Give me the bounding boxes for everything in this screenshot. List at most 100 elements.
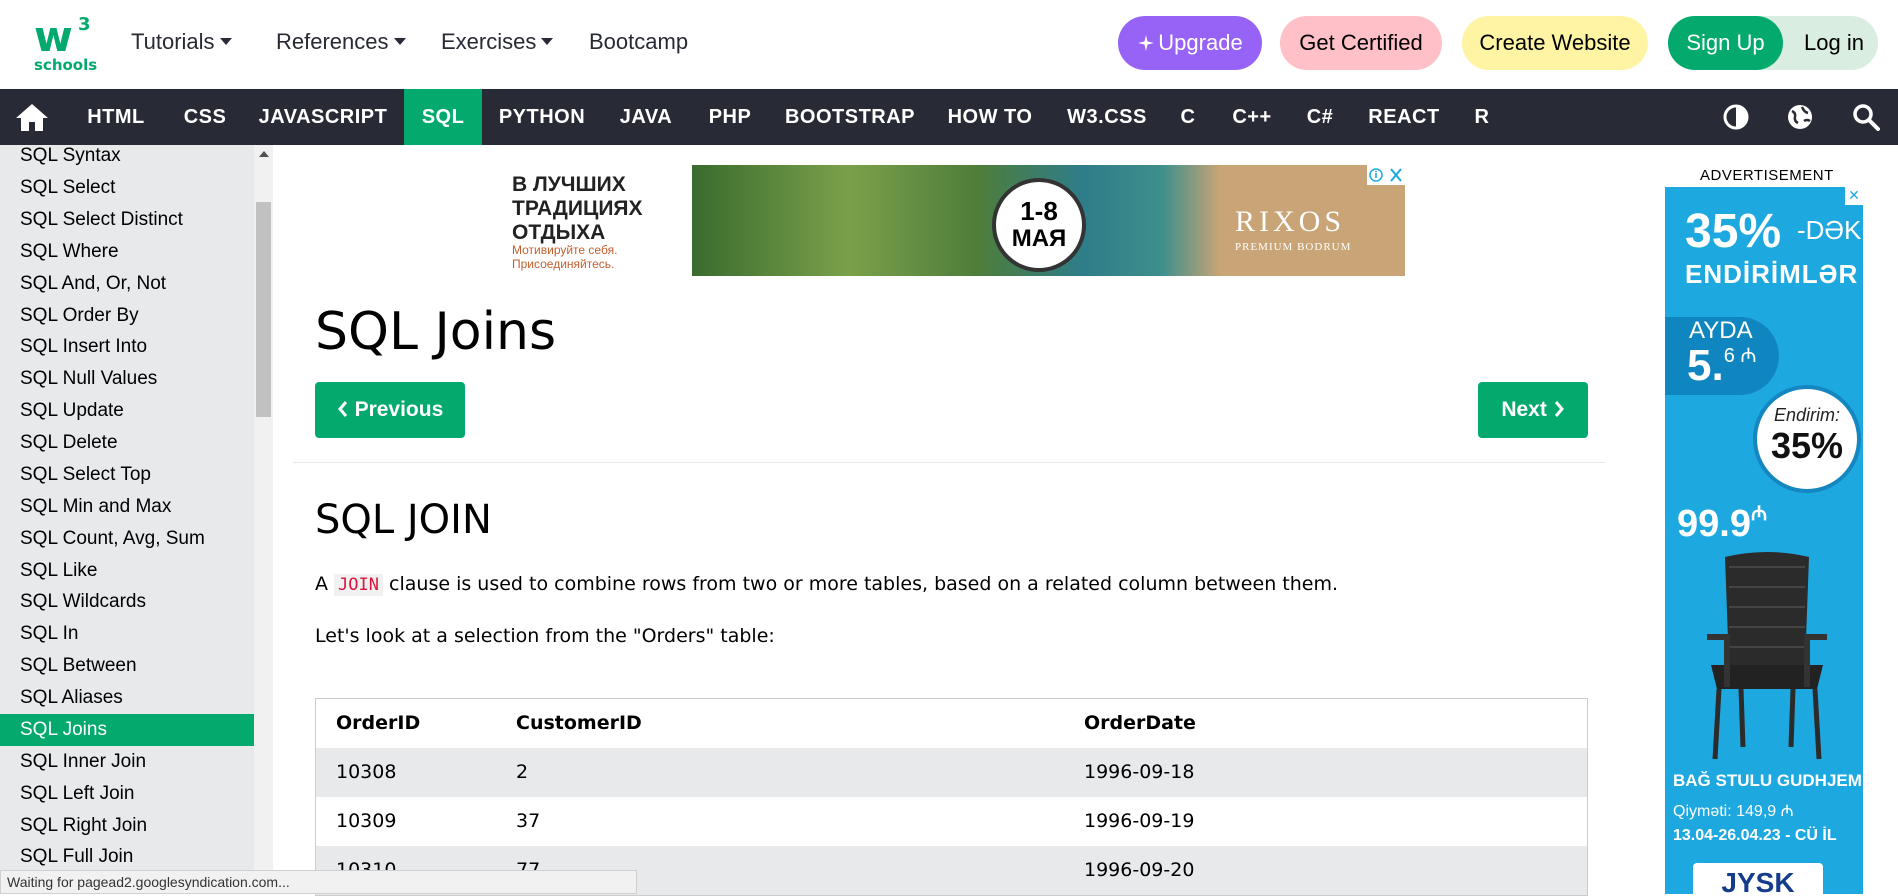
para-text: A [315, 573, 335, 595]
nav-csharp[interactable]: C# [1298, 89, 1342, 145]
inline-code: JOIN [334, 574, 383, 596]
nav-r[interactable]: R [1466, 89, 1498, 145]
sidebar-scrollbar-thumb[interactable] [256, 202, 271, 417]
nav-c[interactable]: C [1170, 89, 1206, 145]
contrast-icon[interactable] [1722, 103, 1750, 131]
sign-up-button[interactable]: Sign Up [1668, 16, 1783, 70]
nav-javascript[interactable]: JAVASCRIPT [252, 89, 394, 145]
nav-python[interactable]: PYTHON [490, 89, 594, 145]
sidebar-item[interactable]: SQL Right Join [0, 810, 254, 842]
table-cell: 1996-09-19 [1084, 810, 1195, 832]
menu-exercises-label: Exercises [441, 29, 537, 54]
sidebar-item[interactable]: SQL Like [0, 555, 254, 587]
sidebar-item[interactable]: SQL Select [0, 172, 254, 204]
logo-sup: 3 [78, 14, 91, 35]
globe-icon[interactable] [1786, 103, 1814, 131]
previous-button[interactable]: Previous [315, 382, 465, 438]
upgrade-button[interactable]: Upgrade [1118, 16, 1262, 70]
sidebar-item-active[interactable]: SQL Joins [0, 714, 254, 746]
sidebar-item[interactable]: SQL Inner Join [0, 746, 254, 778]
ad-price-small-main: 5. [1687, 341, 1724, 390]
table-cell: 1996-09-18 [1084, 761, 1195, 783]
table-cell: 37 [516, 810, 541, 832]
sidebar-item[interactable]: SQL Aliases [0, 682, 254, 714]
close-icon[interactable]: ✕ [1845, 187, 1863, 205]
chair-image [1707, 552, 1827, 760]
nav-react[interactable]: REACT [1362, 89, 1446, 145]
sidebar-item[interactable]: SQL In [0, 618, 254, 650]
nav-w3css[interactable]: W3.CSS [1058, 89, 1156, 145]
table-header: CustomerID [516, 712, 642, 734]
menu-exercises[interactable]: Exercises [441, 26, 554, 58]
sidebar-item[interactable]: SQL Syntax [0, 145, 254, 172]
table-cell: 10308 [336, 761, 397, 783]
table-header: OrderDate [1084, 712, 1196, 734]
menu-bootcamp-label: Bootcamp [589, 29, 689, 54]
top-advertisement[interactable]: В ЛУЧШИХ ТРАДИЦИЯХ ОТДЫХА Мотивируйте се… [505, 165, 1405, 276]
sidebar-item[interactable]: SQL Delete [0, 427, 254, 459]
next-label: Next [1501, 398, 1547, 421]
menu-tutorials-label: Tutorials [131, 29, 215, 54]
nav-howto[interactable]: HOW TO [938, 89, 1042, 145]
menu-references[interactable]: References [276, 26, 406, 58]
scroll-up-arrow-icon[interactable] [259, 151, 269, 157]
sidebar-item[interactable]: SQL Insert Into [0, 331, 254, 363]
nav-php[interactable]: PHP [694, 89, 766, 145]
table-header: OrderID [336, 712, 421, 734]
w3schools-logo[interactable]: w 3 schools [32, 12, 102, 74]
main-nav: HTML CSS JAVASCRIPT SQL PYTHON JAVA PHP … [0, 89, 1898, 145]
upgrade-label: Upgrade [1158, 30, 1243, 55]
table-row: 10308 2 1996-09-18 [316, 748, 1587, 797]
sidebar-item[interactable]: SQL Order By [0, 300, 254, 332]
next-button[interactable]: Next [1478, 382, 1588, 438]
nav-cpp[interactable]: C++ [1222, 89, 1282, 145]
sidebar: SQL Syntax SQL Select SQL Select Distinc… [0, 145, 254, 894]
chevron-left-icon [337, 401, 347, 417]
menu-bootcamp[interactable]: Bootcamp [589, 26, 688, 58]
search-icon[interactable] [1852, 103, 1880, 131]
section-heading: SQL JOIN [315, 497, 492, 543]
ad-price-small: 5.6 ₼ [1687, 341, 1757, 391]
logo-sub: schools [34, 56, 98, 74]
table-row: 10309 37 1996-09-19 [316, 797, 1587, 846]
top-header: w 3 schools Tutorials References Exercis… [0, 0, 1898, 89]
nav-bootstrap[interactable]: BOOTSTRAP [780, 89, 920, 145]
create-website-button[interactable]: Create Website [1462, 16, 1648, 70]
right-advertisement[interactable]: ✕ 35% -DƏK ENDİRİMLƏR AYDA 5.6 ₼ Endirim… [1665, 187, 1863, 894]
ad-choices-icon[interactable] [1367, 165, 1405, 185]
home-icon[interactable] [14, 102, 50, 132]
sidebar-item[interactable]: SQL Min and Max [0, 491, 254, 523]
sidebar-item[interactable]: SQL Wildcards [0, 586, 254, 618]
logo-main: w [34, 12, 73, 61]
nav-sql[interactable]: SQL [404, 89, 482, 145]
ad-price-small-sup: 6 ₼ [1723, 345, 1757, 367]
ad-product-name: BAĞ STULU GUDHJEM [1673, 771, 1862, 790]
nav-html[interactable]: HTML [70, 89, 162, 145]
log-in-button[interactable]: Log in [1794, 16, 1874, 70]
ad-price-big-main: 99.9 [1677, 503, 1751, 545]
previous-label: Previous [354, 398, 444, 421]
get-certified-button[interactable]: Get Certified [1280, 16, 1442, 70]
table-cell: 10309 [336, 810, 397, 832]
sidebar-item[interactable]: SQL Between [0, 650, 254, 682]
ad-bubble-label: Endirim: [1773, 405, 1840, 425]
caret-down-icon [393, 37, 406, 45]
sidebar-item[interactable]: SQL Left Join [0, 778, 254, 810]
menu-tutorials[interactable]: Tutorials [131, 26, 232, 58]
ad-bubble-value: 35% [1770, 425, 1844, 466]
sidebar-item[interactable]: SQL And, Or, Not [0, 268, 254, 300]
ad-dek: -DƏK [1797, 215, 1862, 245]
nav-java[interactable]: JAVA [606, 89, 686, 145]
sidebar-item[interactable]: SQL Null Values [0, 363, 254, 395]
para-text: clause is used to combine rows from two … [383, 573, 1339, 595]
table-cell: 1996-09-20 [1084, 859, 1195, 881]
sidebar-item[interactable]: SQL Full Join [0, 841, 254, 873]
sidebar-item[interactable]: SQL Where [0, 236, 254, 268]
ad-brand-sub: PREMIUM BODRUM [1235, 241, 1352, 253]
sidebar-item[interactable]: SQL Count, Avg, Sum [0, 523, 254, 555]
sidebar-item[interactable]: SQL Select Distinct [0, 204, 254, 236]
nav-css[interactable]: CSS [168, 89, 242, 145]
sparkle-icon [1138, 35, 1155, 51]
sidebar-item[interactable]: SQL Select Top [0, 459, 254, 491]
sidebar-item[interactable]: SQL Update [0, 395, 254, 427]
